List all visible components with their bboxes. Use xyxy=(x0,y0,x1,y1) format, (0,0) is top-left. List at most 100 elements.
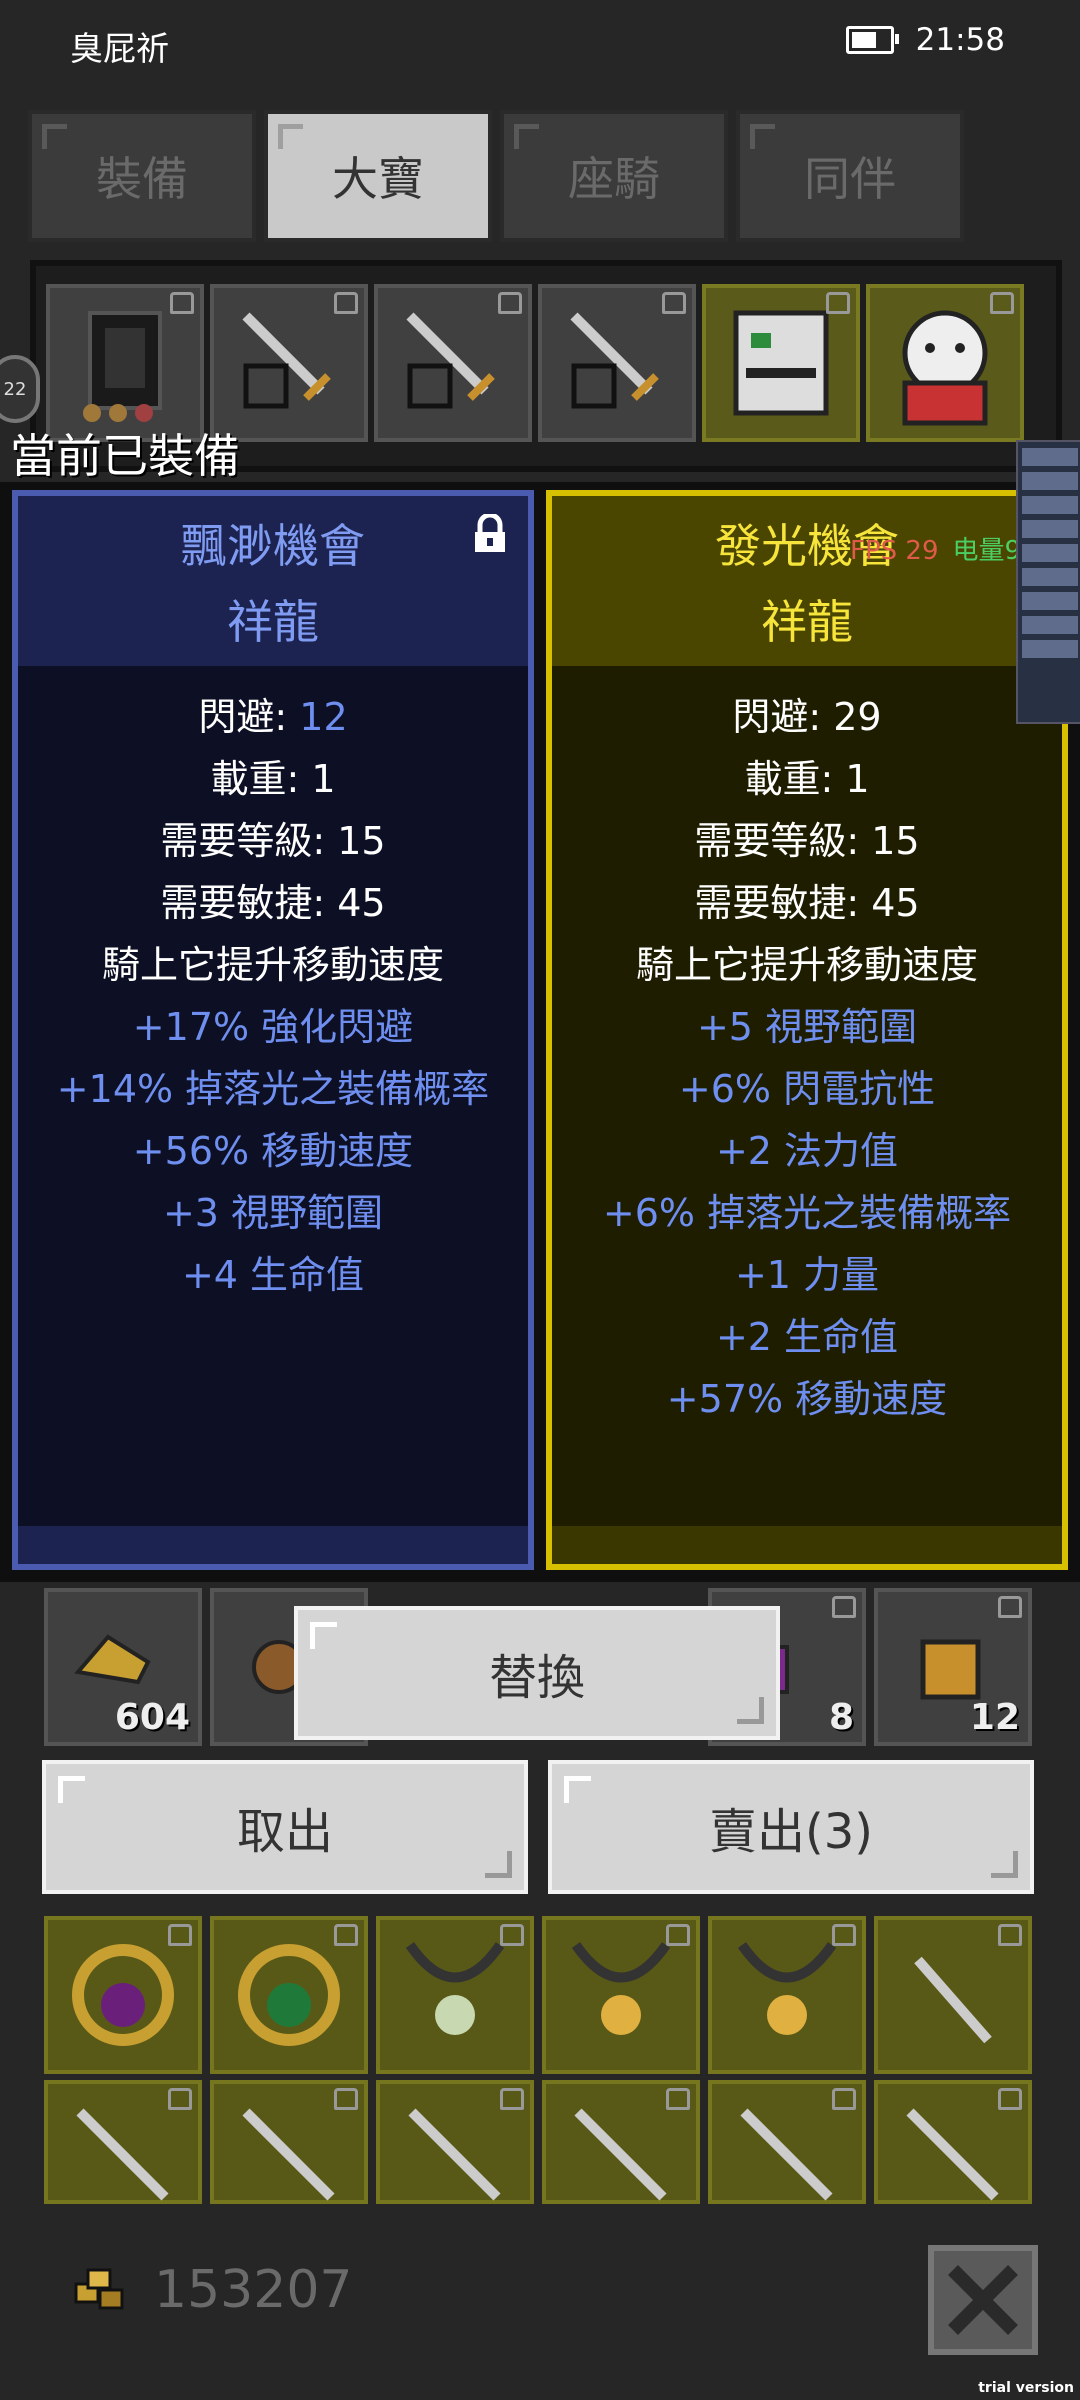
stat-line: 需要等級: 15 xyxy=(160,819,386,863)
modifier-line: +5 視野範圍 xyxy=(696,1005,918,1049)
inventory-slot[interactable] xyxy=(702,284,860,442)
lock-icon xyxy=(662,292,686,314)
inventory-slot[interactable] xyxy=(210,284,368,442)
floating-window[interactable] xyxy=(1016,440,1080,724)
tab-companion[interactable]: 同伴 xyxy=(736,110,964,242)
modifier-line: +3 視野範圍 xyxy=(162,1191,384,1235)
item-count: 8 xyxy=(828,1697,854,1738)
inventory-slot[interactable] xyxy=(538,284,696,442)
lock-icon xyxy=(990,292,1014,314)
inventory-slot[interactable] xyxy=(210,1916,368,2074)
lock-icon xyxy=(998,2088,1022,2110)
card-header: 飄渺機會 祥龍 xyxy=(18,496,528,666)
sword-icon xyxy=(570,312,659,409)
item-count: 604 xyxy=(114,1697,190,1738)
close-button[interactable] xyxy=(928,2245,1038,2355)
modifier-line: +57% 移動速度 xyxy=(666,1377,948,1421)
inventory-slot[interactable] xyxy=(542,2080,700,2204)
lock-icon xyxy=(170,292,194,314)
card-header: 發光機會 祥龍 xyxy=(552,496,1062,666)
status-time: 21:58 xyxy=(915,22,1005,58)
lock-icon xyxy=(334,2088,358,2110)
gold-coins-icon xyxy=(74,2268,124,2310)
stat-line: 騎上它提升移動速度 xyxy=(101,943,444,987)
inventory-slot[interactable] xyxy=(46,284,204,442)
sell-button[interactable]: 賣出(3) xyxy=(548,1760,1034,1894)
new-item-card: 發光機會 祥龍 閃避: 29 載重: 1 需要等級: 15 需要敏捷: 45 騎… xyxy=(546,490,1068,1570)
lock-icon xyxy=(500,1924,524,1946)
inventory-slot[interactable] xyxy=(210,2080,368,2204)
equipped-label: 當前已裝備 xyxy=(10,429,240,483)
inventory-slot[interactable] xyxy=(708,2080,866,2204)
stat-line: 需要敏捷: 45 xyxy=(160,881,386,925)
sword-icon xyxy=(906,2108,999,2201)
inventory-slot[interactable] xyxy=(376,2080,534,2204)
modifier-line: +1 力量 xyxy=(734,1253,880,1297)
sword-icon xyxy=(406,312,495,409)
compare-panel: 飄渺機會 祥龍 閃避: 12 載重: 1 需要等級: 15 需要敏捷: 45 騎… xyxy=(0,482,1080,1582)
status-carrier: 臭屁祈 xyxy=(70,29,169,68)
take-out-button[interactable]: 取出 xyxy=(42,1760,528,1894)
sword-icon xyxy=(242,2108,335,2201)
dodge-stat: 閃避: 29 xyxy=(732,695,882,739)
item-name: 飄渺機會 xyxy=(181,519,365,573)
modifier-line: +4 生命值 xyxy=(181,1253,365,1297)
lock-icon xyxy=(832,1596,856,1618)
battery-overlay: 电量9 xyxy=(952,536,1022,566)
tab-equipment[interactable]: 裝備 xyxy=(28,110,256,242)
status-right: 21:58 xyxy=(845,22,1005,58)
lock-icon xyxy=(998,1596,1022,1618)
inventory-slot[interactable] xyxy=(44,1916,202,2074)
sword-icon xyxy=(408,2108,501,2201)
replace-button[interactable]: 替換 xyxy=(294,1606,780,1740)
inventory-slot[interactable] xyxy=(44,2080,202,2204)
inventory-slot[interactable] xyxy=(374,284,532,442)
tab-bar: 裝備 大寶 座騎 同伴 xyxy=(28,110,964,242)
inventory-slot[interactable] xyxy=(874,2080,1032,2204)
close-icon xyxy=(948,2265,1018,2335)
lock-icon xyxy=(500,2088,524,2110)
gold-display: 153207 xyxy=(70,2260,353,2320)
gold-amount: 153207 xyxy=(154,2260,353,2320)
inventory-slot[interactable] xyxy=(866,284,1024,442)
tab-treasure[interactable]: 大寶 xyxy=(264,110,492,242)
inventory-slot[interactable] xyxy=(542,1916,700,2074)
stat-line: 載重: 1 xyxy=(744,757,870,801)
lock-icon xyxy=(498,292,522,314)
lock-icon xyxy=(168,1924,192,1946)
inventory-slot[interactable] xyxy=(708,1916,866,2074)
tab-mount[interactable]: 座騎 xyxy=(500,110,728,242)
modifier-line: +14% 掉落光之裝備概率 xyxy=(56,1067,490,1111)
lock-icon xyxy=(826,292,850,314)
lock-icon xyxy=(666,2088,690,2110)
inventory-slot[interactable]: 604 xyxy=(44,1588,202,1746)
sword-icon xyxy=(76,2108,169,2201)
lock-icon xyxy=(334,292,358,314)
modifier-line: +6% 掉落光之裝備概率 xyxy=(602,1191,1012,1235)
item-type: 祥龍 xyxy=(761,595,853,649)
sword-icon xyxy=(740,2108,833,2201)
item-stats: 閃避: 12 載重: 1 需要等級: 15 需要敏捷: 45 騎上它提升移動速度… xyxy=(18,666,528,1306)
padlock-icon[interactable] xyxy=(472,514,508,554)
card-footer xyxy=(552,1526,1062,1564)
modifier-line: +2 法力值 xyxy=(715,1129,899,1173)
item-count: 12 xyxy=(969,1697,1020,1738)
modifier-line: +2 生命值 xyxy=(715,1315,899,1359)
modifier-line: +17% 強化閃避 xyxy=(132,1005,414,1049)
avatar-badge[interactable]: 22 xyxy=(0,355,40,423)
card-footer xyxy=(18,1526,528,1564)
trial-watermark: trial version xyxy=(978,2380,1074,2396)
fps-overlay: FPS 29 电量9 xyxy=(850,536,1022,566)
item-stats: 閃避: 29 載重: 1 需要等級: 15 需要敏捷: 45 騎上它提升移動速度… xyxy=(552,666,1062,1430)
inventory-slot[interactable]: 12 xyxy=(874,1588,1032,1746)
equipped-item-card: 飄渺機會 祥龍 閃避: 12 載重: 1 需要等級: 15 需要敏捷: 45 騎… xyxy=(12,490,534,1570)
sword-icon xyxy=(574,2108,667,2201)
lock-icon xyxy=(666,1924,690,1946)
inventory-slot[interactable] xyxy=(874,1916,1032,2074)
lock-icon xyxy=(334,1924,358,1946)
battery-icon xyxy=(845,26,899,54)
inventory-slot[interactable] xyxy=(376,1916,534,2074)
dodge-stat: 閃避: 12 xyxy=(198,695,348,739)
lock-icon xyxy=(832,1924,856,1946)
status-bar: 臭屁祈 21:58 xyxy=(0,0,1080,90)
